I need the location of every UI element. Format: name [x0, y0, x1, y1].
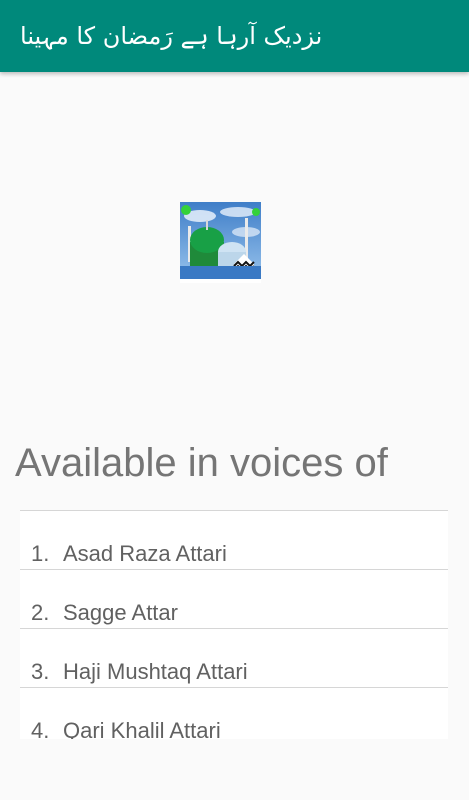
- voices-list[interactable]: 1. Asad Raza Attari 2. Sagge Attar 3. Ha…: [20, 510, 448, 739]
- list-item-name: Haji Mushtaq Attari: [63, 659, 248, 684]
- list-item-number: 3.: [31, 659, 50, 684]
- list-item[interactable]: 3. Haji Mushtaq Attari: [20, 629, 448, 688]
- list-item[interactable]: 4. Qari Khalil Attari: [20, 688, 448, 739]
- list-item-number: 2.: [31, 600, 50, 625]
- list-item[interactable]: 1. Asad Raza Attari: [20, 511, 448, 570]
- app-bar: نزدیک آرہا ہے رَمضان کا مہینا: [0, 0, 469, 72]
- madina-green-dome-image: [180, 202, 261, 283]
- app-title: نزدیک آرہا ہے رَمضان کا مہینا: [20, 22, 323, 50]
- list-item-name: Qari Khalil Attari: [63, 718, 221, 739]
- list-item-name: Sagge Attar: [63, 600, 178, 625]
- list-item[interactable]: 2. Sagge Attar: [20, 570, 448, 629]
- voices-heading: Available in voices of: [15, 441, 388, 485]
- list-item-number: 1.: [31, 541, 50, 566]
- list-item-name: Asad Raza Attari: [63, 541, 227, 566]
- list-item-number: 4.: [31, 718, 50, 739]
- thumbnail-graphic: [180, 202, 261, 283]
